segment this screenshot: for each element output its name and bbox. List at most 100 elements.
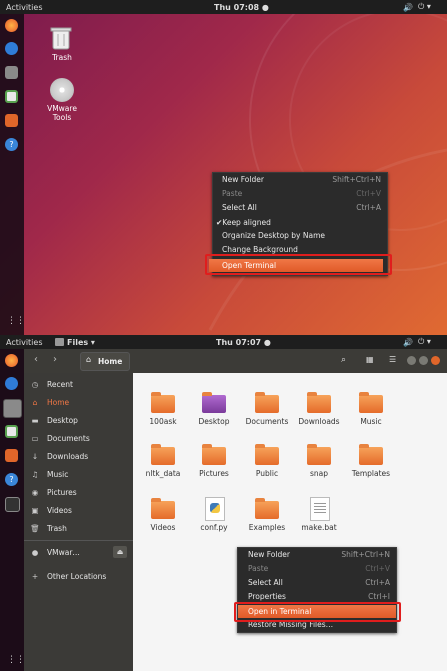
sidebar-item-home[interactable]: ⌂ Home bbox=[24, 394, 126, 412]
file-label: Pictures bbox=[199, 469, 229, 478]
menu-select-all[interactable]: Select All Ctrl+A bbox=[238, 576, 396, 589]
public-folder-icon[interactable] bbox=[255, 444, 279, 465]
view-options-icon[interactable]: ▦ bbox=[366, 355, 374, 364]
snap-folder-icon[interactable] bbox=[307, 444, 331, 465]
firefox-icon[interactable] bbox=[5, 354, 18, 367]
file-label: Music bbox=[360, 417, 382, 426]
menu-new-folder[interactable]: New Folder Shift+Ctrl+N bbox=[213, 173, 387, 186]
wallpaper-decoration bbox=[208, 0, 447, 331]
sidebar-item-vmware[interactable]: ● VMwar… bbox=[24, 544, 126, 562]
menu-select-all[interactable]: Select All Ctrl+A bbox=[213, 201, 387, 214]
volume-icon[interactable]: 🔊 bbox=[403, 3, 413, 12]
menu-icon[interactable]: ☰ bbox=[389, 355, 396, 364]
sidebar-item-music[interactable]: ♫ Music bbox=[24, 466, 126, 484]
downloads-folder-icon[interactable] bbox=[307, 392, 331, 413]
rhythmbox-icon[interactable] bbox=[5, 425, 18, 438]
menu-shortcut: Ctrl+A bbox=[365, 578, 390, 587]
back-button[interactable]: ‹ bbox=[34, 354, 38, 365]
desktop-screenshot-top: Activities Thu 07:08 ● 🔊 ⏻ ▾ ? ⋮⋮ Trash … bbox=[0, 0, 447, 335]
terminal-icon[interactable] bbox=[5, 497, 20, 512]
plus-icon: + bbox=[31, 572, 39, 581]
sidebar-item-other-locations[interactable]: + Other Locations bbox=[24, 568, 126, 586]
search-icon[interactable]: ⌕ bbox=[341, 355, 346, 365]
eject-icon[interactable]: ⏏ bbox=[113, 546, 127, 558]
trash-icon[interactable] bbox=[50, 26, 74, 50]
folder-icon[interactable] bbox=[151, 392, 175, 413]
menu-shortcut: Ctrl+V bbox=[365, 564, 390, 573]
file-label: nltk_data bbox=[145, 469, 181, 478]
files-icon[interactable] bbox=[3, 399, 22, 418]
sidebar-item-recent[interactable]: ◷ Recent bbox=[24, 376, 126, 394]
pictures-folder-icon[interactable] bbox=[202, 444, 226, 465]
documents-folder-icon[interactable] bbox=[255, 392, 279, 413]
file-label: Documents bbox=[245, 417, 289, 426]
thunderbird-icon[interactable] bbox=[5, 377, 18, 390]
help-icon[interactable]: ? bbox=[5, 473, 18, 486]
volume-icon[interactable]: 🔊 bbox=[403, 338, 413, 347]
software-icon[interactable] bbox=[5, 114, 18, 127]
music-folder-icon[interactable] bbox=[359, 392, 383, 413]
menu-label: Paste bbox=[222, 189, 243, 198]
show-apps-icon[interactable]: ⋮⋮ bbox=[7, 655, 25, 665]
dock: ? ⋮⋮ bbox=[0, 14, 25, 335]
sidebar-item-label: Desktop bbox=[47, 416, 78, 425]
sidebar-item-label: Trash bbox=[47, 524, 67, 533]
power-icon[interactable]: ⏻ ▾ bbox=[418, 337, 431, 347]
show-apps-icon[interactable]: ⋮⋮ bbox=[7, 316, 25, 326]
trash-icon: 🗑 bbox=[30, 524, 40, 533]
desktop-folder-icon[interactable] bbox=[202, 392, 226, 413]
menu-keep-aligned[interactable]: ✔Keep aligned bbox=[213, 216, 387, 229]
sidebar-item-label: Other Locations bbox=[47, 572, 107, 581]
download-icon: ↓ bbox=[31, 452, 39, 461]
sidebar-item-label: Pictures bbox=[47, 488, 77, 497]
python-file-icon[interactable] bbox=[205, 497, 225, 521]
clock[interactable]: Thu 07:08 ● bbox=[214, 3, 269, 12]
clock[interactable]: Thu 07:07 ● bbox=[216, 338, 271, 347]
files-icon[interactable] bbox=[5, 66, 18, 79]
document-icon: ▭ bbox=[31, 434, 39, 443]
firefox-icon[interactable] bbox=[5, 19, 18, 32]
sidebar-item-videos[interactable]: ▣ Videos bbox=[24, 502, 126, 520]
vmware-tools-label: VMware Tools bbox=[47, 104, 77, 122]
text-file-icon[interactable] bbox=[310, 497, 330, 521]
sidebar-item-downloads[interactable]: ↓ Downloads bbox=[24, 448, 126, 466]
folder-icon[interactable] bbox=[151, 444, 175, 465]
examples-folder-icon[interactable] bbox=[255, 498, 279, 519]
software-icon[interactable] bbox=[5, 449, 18, 462]
header-bar: ‹ › ⌂ Home ⌕ ▦ ☰ bbox=[24, 349, 447, 373]
menu-paste[interactable]: Paste Ctrl+V bbox=[238, 562, 396, 575]
menu-label: Select All bbox=[248, 578, 283, 587]
power-icon[interactable]: ⏻ ▾ bbox=[418, 2, 431, 12]
templates-folder-icon[interactable] bbox=[359, 444, 383, 465]
app-menu[interactable]: Files ▾ bbox=[67, 338, 95, 347]
rhythmbox-icon[interactable] bbox=[5, 90, 18, 103]
sidebar-item-desktop[interactable]: ▬ Desktop bbox=[24, 412, 126, 430]
menu-shortcut: Shift+Ctrl+N bbox=[332, 175, 381, 184]
activities-button[interactable]: Activities bbox=[6, 338, 43, 347]
music-icon: ♫ bbox=[31, 470, 39, 479]
sidebar-item-label: Documents bbox=[47, 434, 90, 443]
folder-icon: ▬ bbox=[31, 416, 39, 425]
menu-organize-by-name[interactable]: Organize Desktop by Name bbox=[213, 229, 387, 242]
menu-new-folder[interactable]: New Folder Shift+Ctrl+N bbox=[238, 548, 396, 561]
videos-folder-icon[interactable] bbox=[151, 498, 175, 519]
video-icon: ▣ bbox=[31, 506, 39, 515]
sidebar-item-documents[interactable]: ▭ Documents bbox=[24, 430, 126, 448]
sidebar-divider bbox=[24, 540, 133, 541]
location-home-button[interactable]: ⌂ Home bbox=[80, 352, 130, 371]
activities-button[interactable]: Activities bbox=[6, 3, 43, 12]
file-label: conf.py bbox=[200, 523, 228, 532]
dvd-icon[interactable] bbox=[50, 78, 74, 102]
minimize-button[interactable] bbox=[407, 356, 416, 365]
sidebar-item-pictures[interactable]: ◉ Pictures bbox=[24, 484, 126, 502]
sidebar-item-trash[interactable]: 🗑 Trash bbox=[24, 520, 126, 538]
close-button[interactable] bbox=[431, 356, 440, 365]
file-label: Examples bbox=[248, 523, 286, 532]
dock: ? ⋮⋮ bbox=[0, 349, 25, 671]
menu-paste[interactable]: Paste Ctrl+V bbox=[213, 187, 387, 200]
thunderbird-icon[interactable] bbox=[5, 42, 18, 55]
maximize-button[interactable] bbox=[419, 356, 428, 365]
help-icon[interactable]: ? bbox=[5, 138, 18, 151]
trash-label: Trash bbox=[52, 53, 72, 62]
forward-button[interactable]: › bbox=[53, 354, 57, 365]
